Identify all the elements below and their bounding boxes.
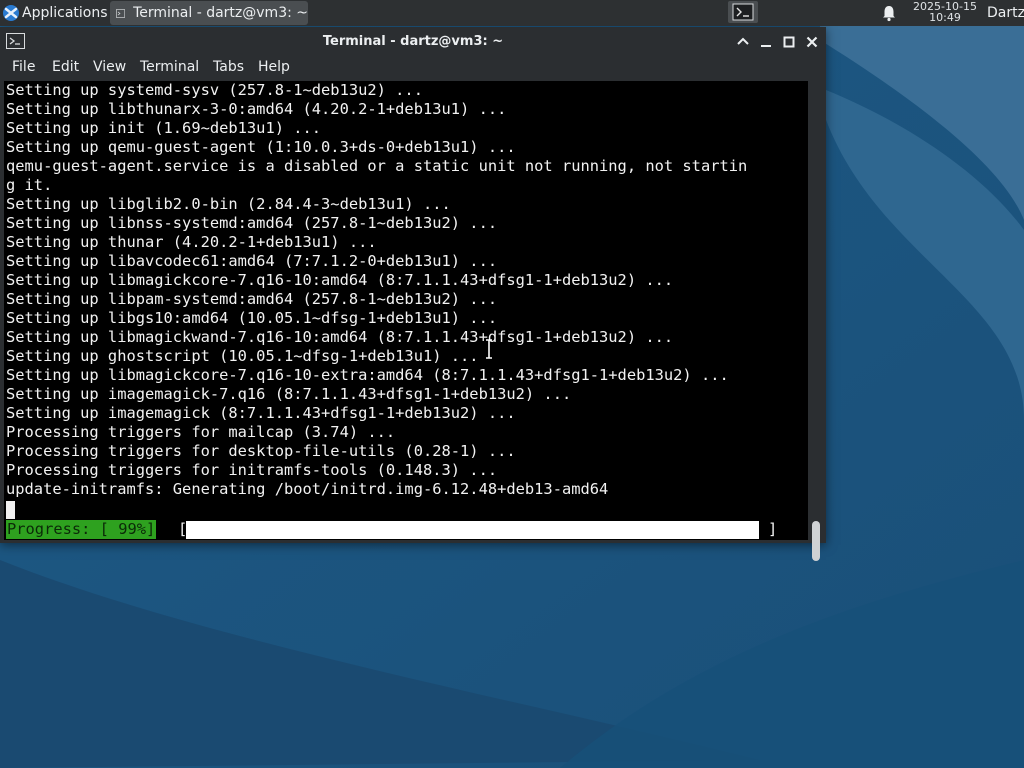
terminal-line: Setting up libglib2.0-bin (2.84.4-3~deb1… bbox=[6, 195, 451, 213]
clock-time: 10:49 bbox=[929, 11, 961, 24]
terminal-line: update-initramfs: Generating /boot/initr… bbox=[6, 480, 609, 498]
applications-label: Applications bbox=[22, 5, 108, 21]
terminal-line: Setting up libavcodec61:amd64 (7:7.1.2-0… bbox=[6, 252, 498, 270]
terminal-line: Setting up thunar (4.20.2-1+deb13u1) ... bbox=[6, 233, 377, 251]
close-button[interactable] bbox=[803, 33, 821, 51]
terminal-scrollbar[interactable] bbox=[810, 81, 824, 561]
scrollbar-thumb[interactable] bbox=[812, 521, 820, 561]
menu-tabs[interactable]: Tabs bbox=[213, 59, 244, 75]
terminal-lines: Setting up systemd-sysv (257.8-1~deb13u2… bbox=[6, 81, 747, 499]
taskbar-terminal-button[interactable]: Terminal - dartz@vm3: ~ bbox=[110, 1, 308, 25]
progress-bar bbox=[186, 521, 759, 539]
menu-bar: File Edit View Terminal Tabs Help bbox=[0, 57, 826, 79]
terminal-line: g it. bbox=[6, 176, 53, 194]
progress-bracket-close: ] bbox=[768, 520, 778, 538]
terminal-line: Setting up libnss-systemd:amd64 (257.8-1… bbox=[6, 214, 498, 232]
text-cursor-ibeam-icon bbox=[486, 339, 492, 359]
menu-edit[interactable]: Edit bbox=[52, 59, 79, 75]
shade-button[interactable] bbox=[734, 33, 752, 51]
taskbar-terminal-label: Terminal - dartz@vm3: ~ bbox=[133, 5, 308, 21]
terminal-line: Setting up libpam-systemd:amd64 (257.8-1… bbox=[6, 290, 498, 308]
terminal-line: Processing triggers for desktop-file-uti… bbox=[6, 442, 516, 460]
terminal-line: Setting up libmagickwand-7.q16-10:amd64 … bbox=[6, 328, 674, 346]
terminal-launcher-button[interactable] bbox=[728, 1, 758, 23]
menu-file[interactable]: File bbox=[12, 59, 35, 75]
terminal-line: Setting up ghostscript (10.05.1~dfsg-1+d… bbox=[6, 347, 479, 365]
maximize-button[interactable] bbox=[780, 33, 798, 51]
menu-terminal[interactable]: Terminal bbox=[140, 59, 199, 75]
panel-clock[interactable]: 2025-10-15 10:49 bbox=[905, 1, 985, 23]
terminal-launcher-icon bbox=[732, 3, 754, 21]
applications-menu-button[interactable]: Applications ⋮ bbox=[0, 0, 122, 26]
terminal-line: Setting up imagemagick (8:7.1.1.43+dfsg1… bbox=[6, 404, 516, 422]
menu-view[interactable]: View bbox=[93, 59, 126, 75]
terminal-line: Setting up imagemagick-7.q16 (8:7.1.1.43… bbox=[6, 385, 572, 403]
terminal-line: Setting up systemd-sysv (257.8-1~deb13u2… bbox=[6, 81, 423, 99]
terminal-line: Setting up qemu-guest-agent (1:10.0.3+ds… bbox=[6, 138, 516, 156]
terminal-window: Terminal - dartz@vm3: ~ File Edit View T… bbox=[0, 27, 826, 561]
window-title: Terminal - dartz@vm3: ~ bbox=[322, 34, 504, 49]
terminal-line: Setting up libthunarx-3-0:amd64 (4.20.2-… bbox=[6, 100, 507, 118]
progress-label: Progress: [ 99%] bbox=[6, 520, 157, 539]
window-titlebar[interactable]: Terminal - dartz@vm3: ~ bbox=[0, 27, 826, 57]
terminal-line: qemu-guest-agent.service is a disabled o… bbox=[6, 157, 748, 175]
user-menu[interactable]: Dartz bbox=[987, 0, 1024, 26]
menu-help[interactable]: Help bbox=[258, 59, 290, 75]
terminal-icon bbox=[116, 8, 126, 18]
xfce-logo-icon bbox=[3, 5, 19, 21]
terminal-line: Setting up libgs10:amd64 (10.05.1~dfsg-1… bbox=[6, 309, 498, 327]
terminal-line: Processing triggers for mailcap (3.74) .… bbox=[6, 423, 396, 441]
terminal-line: Processing triggers for initramfs-tools … bbox=[6, 461, 498, 479]
terminal-line: Setting up libmagickcore-7.q16-10:amd64 … bbox=[6, 271, 674, 289]
terminal-line: Setting up init (1.69~deb13u1) ... bbox=[6, 119, 322, 137]
terminal-output[interactable]: Setting up systemd-sysv (257.8-1~deb13u2… bbox=[4, 81, 808, 540]
terminal-cursor bbox=[6, 501, 15, 519]
top-panel: Applications ⋮ Terminal - dartz@vm3: ~ 2… bbox=[0, 0, 1024, 26]
terminal-line: Setting up libmagickcore-7.q16-10-extra:… bbox=[6, 366, 729, 384]
notification-bell-icon[interactable] bbox=[880, 4, 898, 22]
minimize-button[interactable] bbox=[757, 33, 775, 51]
